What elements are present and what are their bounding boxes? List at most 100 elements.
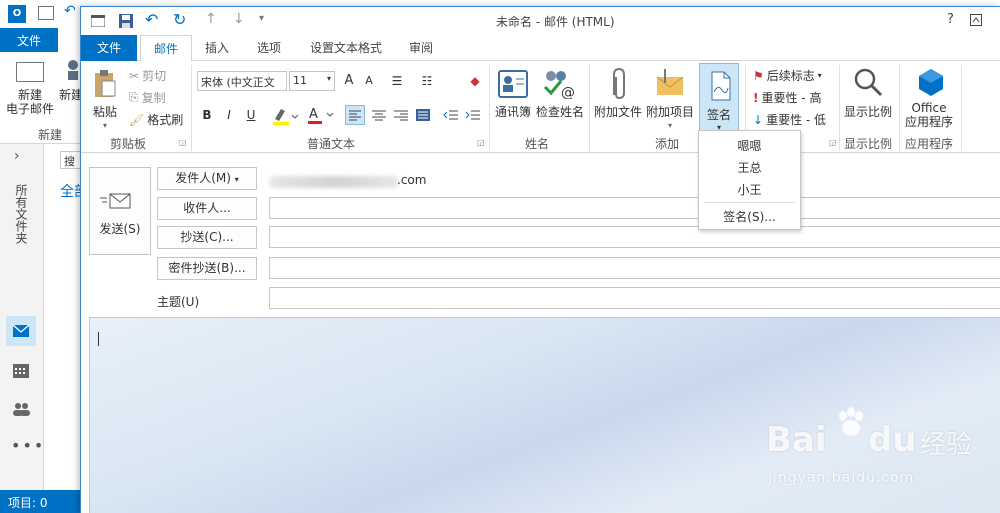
separator [839, 65, 840, 151]
clipboard-launcher-icon[interactable]: ◲ [179, 138, 187, 147]
window-title: 未命名 - 邮件 (HTML) [496, 15, 615, 29]
undo-icon[interactable]: ↶ [64, 3, 76, 19]
signature-item[interactable]: 王总 [699, 157, 800, 179]
people-icon[interactable] [12, 402, 30, 416]
grow-font-icon: A [344, 73, 354, 88]
calendar-icon[interactable] [13, 364, 29, 378]
copy-icon: ⎘ [129, 90, 139, 104]
cc-field[interactable] [269, 226, 1000, 248]
mail-nav-button[interactable] [6, 316, 36, 346]
group-names-label: 姓名 [524, 137, 549, 151]
underline-button[interactable]: U [241, 105, 261, 125]
cut-icon: ✂ [129, 68, 140, 83]
from-label: 发件人(M) [175, 171, 231, 185]
font-size-combo[interactable]: 11 ▾ [289, 71, 335, 91]
new-email-line2: 电子邮件 [5, 102, 54, 116]
watermark-brand2: du [868, 420, 917, 460]
background-file-tab[interactable]: 文件 [0, 28, 58, 52]
redo-icon[interactable]: ↻ [173, 10, 186, 29]
save-icon[interactable] [119, 14, 133, 28]
copy-button[interactable]: ⎘ 复制 [129, 89, 166, 106]
office-apps-line2: 应用程序 [904, 115, 953, 129]
zoom-button[interactable]: 显示比例 [843, 105, 893, 119]
font-name-combo[interactable]: 宋体 (中文正文 [197, 71, 287, 91]
previous-item-icon[interactable]: ↑ [205, 11, 217, 27]
subject-field[interactable] [269, 287, 1000, 309]
send-label: 发送(S) [99, 222, 141, 236]
address-book-icon [497, 69, 529, 99]
manage-signatures-item[interactable]: 签名(S)... [699, 206, 800, 228]
high-importance-button[interactable]: ! 重要性 - 高 [753, 89, 821, 106]
undo-icon[interactable]: ↶ [145, 10, 158, 29]
office-apps-button[interactable]: Office 应用程序 [903, 101, 955, 129]
next-item-icon[interactable]: ↓ [233, 11, 245, 27]
group-basic-text-label: 普通文本 [306, 137, 355, 151]
shrink-font-button[interactable]: A [359, 71, 379, 91]
tab-options[interactable]: 选项 [249, 35, 289, 61]
cut-button[interactable]: ✂ 剪切 [129, 67, 166, 84]
signature-item[interactable]: 小王 [699, 179, 800, 201]
more-icon[interactable]: ••• [11, 436, 45, 455]
paste-button[interactable]: 粘贴 ▾ [87, 105, 123, 133]
tab-review[interactable]: 审阅 [401, 35, 441, 61]
from-value: .com [397, 173, 427, 187]
redacted-sender [269, 176, 399, 188]
new-email-button[interactable]: 新建 电子邮件 [4, 88, 56, 116]
new-email-icon [16, 62, 44, 82]
align-right-button[interactable] [391, 105, 411, 125]
signature-label: 签名 [706, 108, 731, 122]
tags-launcher-icon[interactable]: ◲ [829, 138, 837, 147]
italic-button[interactable]: I [219, 105, 239, 125]
follow-up-button[interactable]: ⚑ 后续标志 ▾ [753, 67, 822, 84]
help-icon[interactable]: ? [947, 12, 954, 27]
bold-icon: B [202, 108, 212, 122]
align-center-button[interactable] [369, 105, 389, 125]
justify-button[interactable] [413, 105, 433, 125]
send-button[interactable]: 发送(S) [89, 167, 151, 255]
separator [899, 65, 900, 151]
send-receive-icon[interactable] [38, 6, 54, 20]
clear-formatting-button[interactable]: ◆ [465, 71, 485, 91]
attach-item-icon [655, 67, 685, 99]
to-field[interactable] [269, 197, 1000, 219]
from-button[interactable]: 发件人(M) ▾ [157, 167, 257, 190]
attach-file-button[interactable]: 附加文件 [593, 105, 643, 119]
bcc-button[interactable]: 密件抄送(B)... [157, 257, 257, 280]
low-importance-label: 重要性 - 低 [766, 113, 827, 127]
align-left-button[interactable] [345, 105, 365, 125]
background-ribbon: 新建 电子邮件 新建 新建 [0, 52, 90, 144]
tab-format-text[interactable]: 设置文本格式 [301, 35, 391, 61]
expand-chevron-icon[interactable]: › [14, 148, 20, 164]
font-size-value: 11 [293, 74, 307, 87]
bcc-field[interactable] [269, 257, 1000, 279]
signature-button[interactable]: 签名 ▾ [699, 63, 739, 133]
format-painter-button[interactable]: 🖌 格式刷 [129, 111, 183, 128]
tab-insert[interactable]: 插入 [197, 35, 237, 61]
format-painter-label: 格式刷 [147, 113, 184, 127]
restore-window-icon[interactable] [970, 14, 982, 26]
tab-file[interactable]: 文件 [81, 35, 137, 61]
customize-qat-icon[interactable]: ▾ [259, 13, 264, 24]
high-importance-label: 重要性 - 高 [761, 91, 822, 105]
folder-pane-label[interactable]: 所有文件夹 [14, 184, 30, 244]
basic-text-launcher-icon[interactable]: ◲ [477, 138, 485, 147]
tab-mail[interactable]: 邮件 [140, 35, 192, 62]
low-importance-button[interactable]: ↓ 重要性 - 低 [753, 111, 826, 128]
grow-font-button[interactable]: A [339, 71, 359, 91]
cc-button[interactable]: 抄送(C)... [157, 226, 257, 249]
attach-item-button[interactable]: 附加项目 ▾ [645, 105, 695, 133]
window-menu-icon[interactable] [91, 15, 105, 27]
high-importance-icon: ! [753, 90, 759, 105]
address-book-button[interactable]: 通讯簿 [491, 105, 535, 119]
bold-button[interactable]: B [197, 105, 217, 125]
highlight-color-button[interactable] [271, 107, 299, 125]
to-button[interactable]: 收件人... [157, 197, 257, 220]
increase-indent-button[interactable] [463, 105, 483, 125]
font-size-dropdown-icon: ▾ [326, 74, 331, 83]
bullets-button[interactable]: ☰ [387, 71, 407, 91]
decrease-indent-button[interactable] [441, 105, 461, 125]
signature-item[interactable]: 嗯嗯 [699, 135, 800, 157]
numbering-button[interactable]: ☷ [417, 71, 437, 91]
check-names-button[interactable]: 检查姓名 [535, 105, 585, 119]
font-color-button[interactable]: A [307, 105, 335, 125]
